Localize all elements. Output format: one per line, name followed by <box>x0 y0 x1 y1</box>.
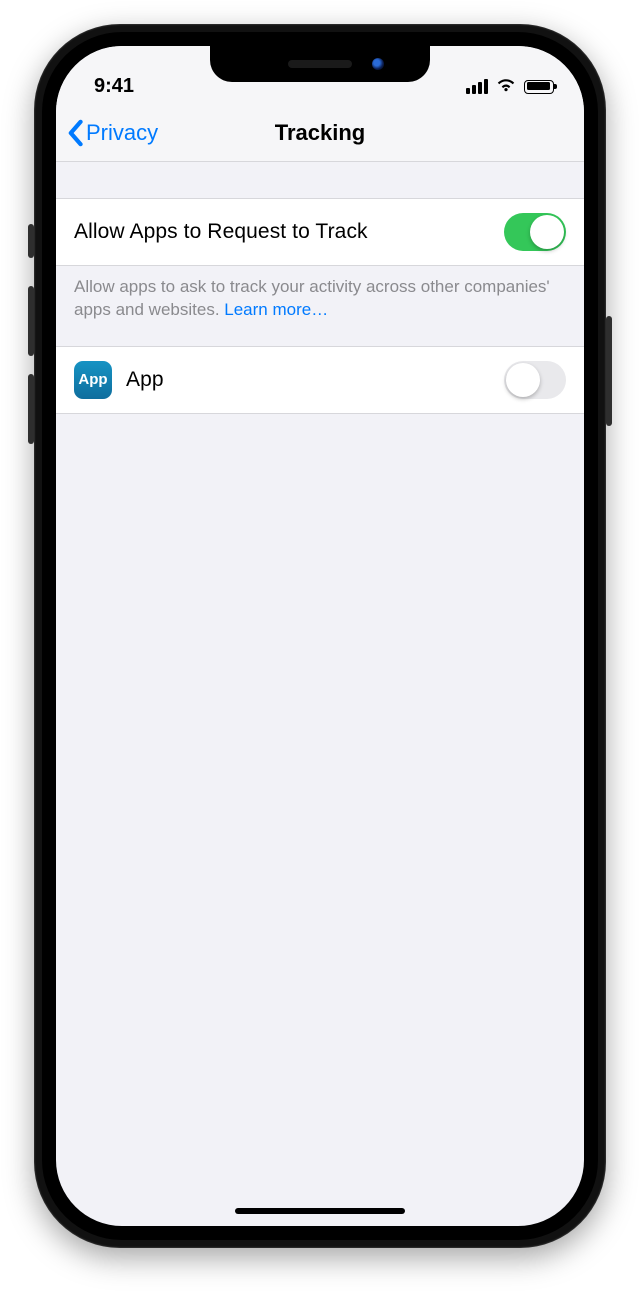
volume-up-button <box>28 286 34 356</box>
allow-tracking-row: Allow Apps to Request to Track <box>56 198 584 266</box>
power-button <box>606 316 612 426</box>
mute-switch <box>28 224 34 258</box>
wifi-icon <box>495 75 517 98</box>
allow-tracking-label: Allow Apps to Request to Track <box>74 220 368 244</box>
learn-more-link[interactable]: Learn more… <box>224 300 328 319</box>
app-tracking-toggle[interactable] <box>504 361 566 399</box>
app-icon: App <box>74 361 112 399</box>
home-indicator[interactable] <box>235 1208 405 1214</box>
notch <box>210 46 430 82</box>
allow-tracking-footer: Allow apps to ask to track your activity… <box>56 266 584 346</box>
page-title: Tracking <box>275 120 365 146</box>
allow-tracking-toggle[interactable] <box>504 213 566 251</box>
battery-icon <box>524 80 554 94</box>
back-button[interactable]: Privacy <box>66 104 158 161</box>
apps-list: App App <box>56 346 584 414</box>
speaker-grille <box>288 60 352 68</box>
screen: 9:41 Privacy Tracking <box>56 46 584 1226</box>
app-row: App App <box>56 346 584 414</box>
content: Allow Apps to Request to Track Allow app… <box>56 162 584 1226</box>
cellular-icon <box>466 79 488 94</box>
phone-frame: 9:41 Privacy Tracking <box>34 24 606 1248</box>
status-time: 9:41 <box>94 75 134 98</box>
chevron-left-icon <box>66 119 84 147</box>
app-name: App <box>126 368 164 392</box>
navigation-bar: Privacy Tracking <box>56 104 584 162</box>
volume-down-button <box>28 374 34 444</box>
front-camera <box>372 58 384 70</box>
back-label: Privacy <box>86 120 158 146</box>
